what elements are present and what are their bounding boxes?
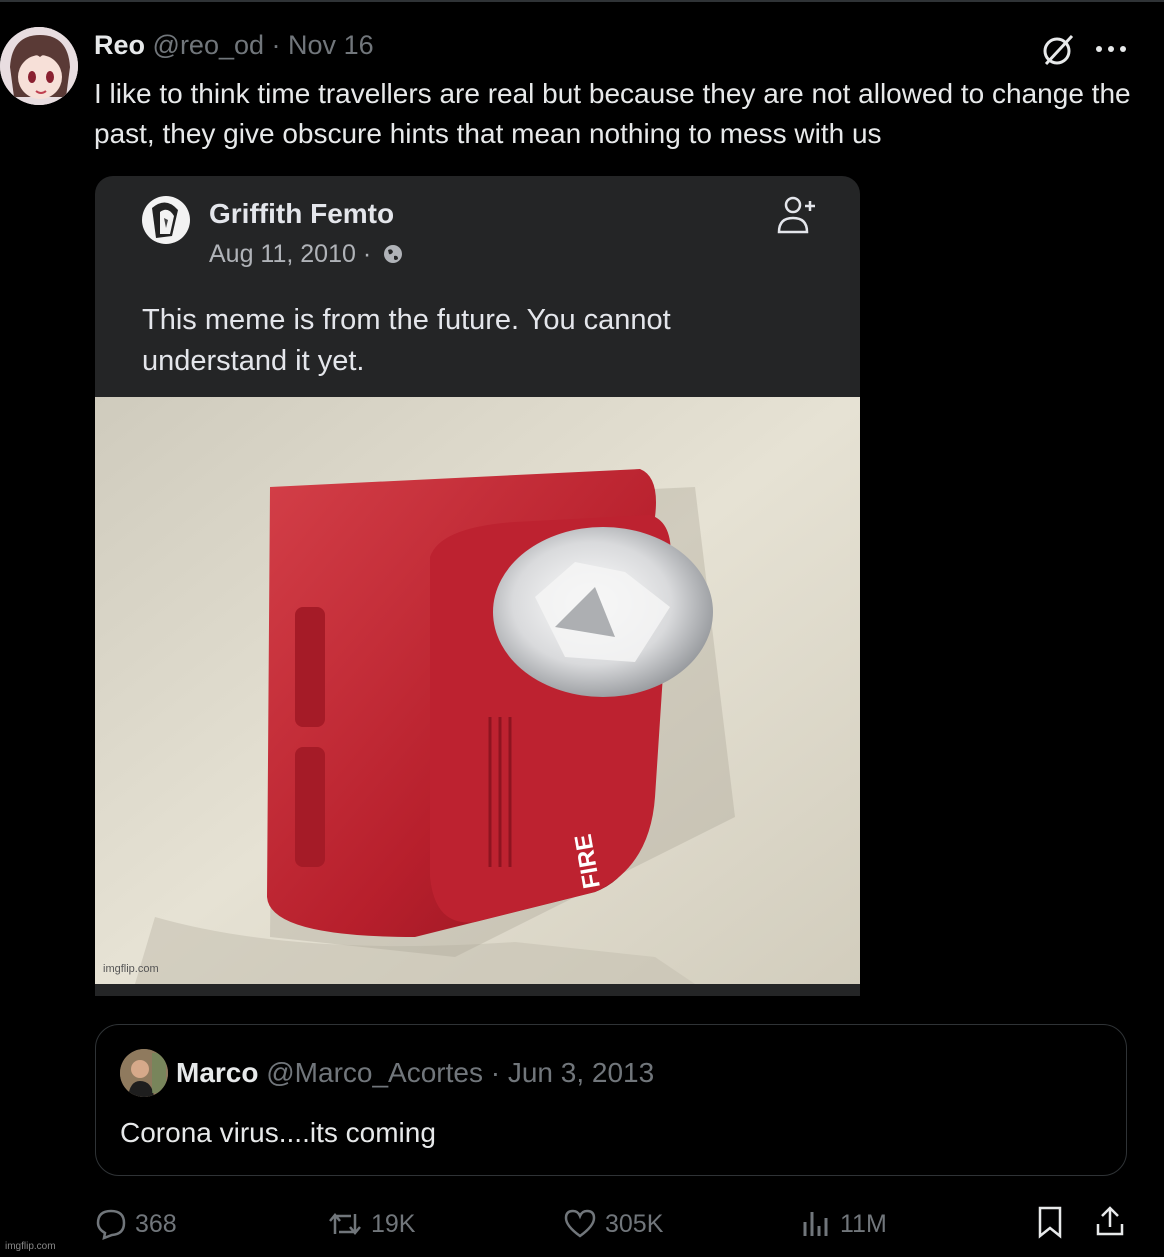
repost-button[interactable]: 19K — [327, 1204, 415, 1244]
repost-icon — [329, 1213, 361, 1235]
fb-post-text: This meme is from the future. You cannot… — [142, 304, 671, 377]
views-count: 11M — [840, 1209, 887, 1238]
quote-display-name: Marco — [176, 1057, 259, 1088]
image-watermark: imgflip.com — [103, 963, 159, 975]
repost-count: 19K — [371, 1209, 416, 1238]
handle[interactable]: @reo_od — [153, 30, 264, 60]
share-icon[interactable] — [1094, 1204, 1126, 1238]
fire-alarm-photo: FIRE imgflip.com — [95, 397, 860, 984]
quote-handle: @Marco_Acortes — [266, 1057, 483, 1088]
reply-icon — [96, 1209, 126, 1240]
quote-separator: · — [490, 1057, 501, 1088]
fb-date-text: Aug 11, 2010 · — [209, 240, 372, 268]
avatar[interactable] — [0, 27, 78, 105]
like-count: 305K — [605, 1209, 664, 1238]
tweet-header: Reo @reo_od · Nov 16 — [94, 30, 374, 61]
views-icon — [803, 1212, 828, 1236]
tweet-text: I like to think time travellers are real… — [94, 78, 1131, 149]
reply-button[interactable]: 368 — [95, 1204, 177, 1244]
embedded-post-image[interactable]: Griffith Femto Aug 11, 2010 · This meme … — [95, 176, 860, 996]
quoted-tweet[interactable]: Marco @Marco_Acortes · Jun 3, 2013 Coron… — [95, 1024, 1127, 1176]
like-button[interactable]: 305K — [563, 1204, 663, 1244]
quote-avatar — [120, 1049, 168, 1097]
fb-post-date: Aug 11, 2010 · — [209, 240, 404, 269]
like-icon — [564, 1209, 596, 1238]
top-divider — [0, 0, 1164, 2]
tweet-date[interactable]: Nov 16 — [288, 30, 374, 60]
display-name[interactable]: Reo — [94, 30, 145, 60]
quote-date: Jun 3, 2013 — [507, 1057, 655, 1088]
quote-text: Corona virus....its coming — [120, 1117, 436, 1148]
add-friend-icon — [777, 196, 815, 234]
grok-icon[interactable] — [1040, 32, 1076, 68]
footer-watermark: imgflip.com — [5, 1241, 56, 1252]
more-icon[interactable] — [1094, 44, 1128, 54]
reply-count: 368 — [135, 1209, 177, 1238]
fb-author-name: Griffith Femto — [209, 198, 395, 229]
bookmark-icon[interactable] — [1036, 1205, 1064, 1239]
fb-avatar — [142, 196, 190, 244]
globe-icon — [384, 245, 403, 263]
views-button[interactable]: 11M — [800, 1204, 887, 1244]
separator: · — [271, 30, 281, 60]
quote-header: Marco @Marco_Acortes · Jun 3, 2013 — [176, 1057, 654, 1089]
